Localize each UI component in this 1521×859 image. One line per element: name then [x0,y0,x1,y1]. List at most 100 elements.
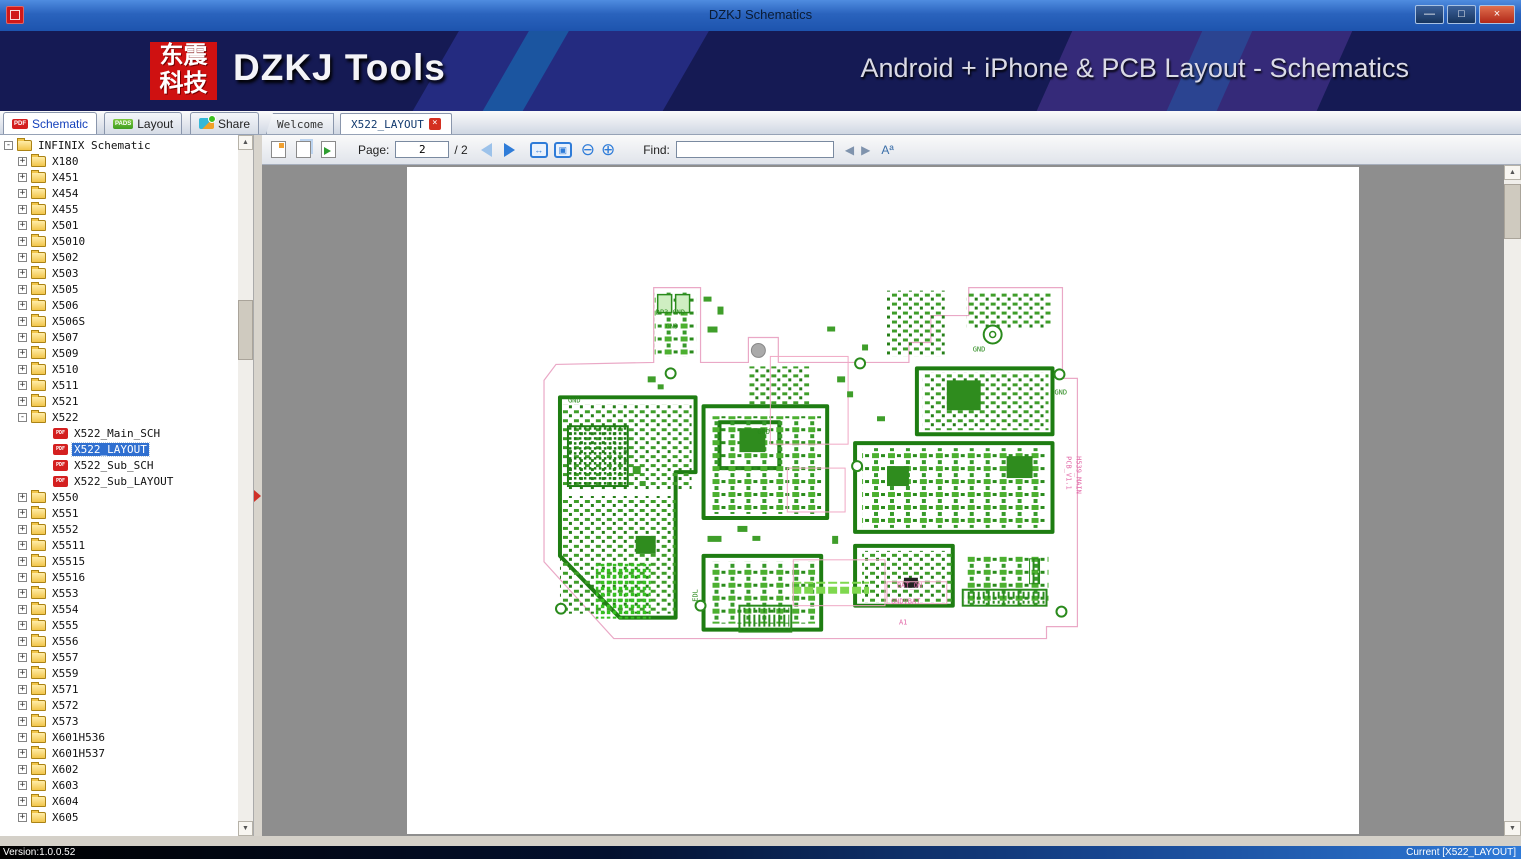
expand-icon[interactable]: + [18,556,27,566]
zoom-out-icon[interactable]: ⊖ [581,141,595,158]
tree-item-x454[interactable]: + X454 [2,185,237,201]
tree-item-x573[interactable]: + X573 [2,713,237,729]
expand-icon[interactable]: + [18,620,27,630]
doc-tab-welcome[interactable]: Welcome [266,113,335,134]
tree-item-x604[interactable]: + X604 [2,793,237,809]
expand-icon[interactable]: + [18,636,27,646]
tree-item-x5511[interactable]: + X5511 [2,537,237,553]
tree-item-x602[interactable]: + X602 [2,761,237,777]
export-page-icon[interactable] [321,141,336,158]
expand-icon[interactable]: + [18,492,27,502]
tree-item-x601h537[interactable]: + X601H537 [2,745,237,761]
tab-schematic[interactable]: PDF Schematic [3,112,98,134]
tree-item-x506s[interactable]: + X506S [2,313,237,329]
close-tab-icon[interactable]: × [428,118,441,130]
find-next-icon[interactable]: ▶ [861,143,870,157]
expand-icon[interactable]: + [18,332,27,342]
tree-item-x501[interactable]: + X501 [2,217,237,233]
tree-item-x522_main_sch[interactable]: PDF X522_Main_SCH [2,425,237,441]
tree-scroll-down-button[interactable]: ▼ [238,821,253,836]
tree-item-x505[interactable]: + X505 [2,281,237,297]
tab-share[interactable]: Share [190,112,260,134]
expand-icon[interactable]: + [18,748,27,758]
expand-icon[interactable]: + [18,684,27,694]
tree-item-x522[interactable]: - X522 [2,409,237,425]
tree-item-x603[interactable]: + X603 [2,777,237,793]
document-viewport[interactable]: DP3 GND GND GND GND GND GND BAT_ON GNDVB… [262,165,1504,836]
expand-icon[interactable]: + [18,268,27,278]
tree-item-x503[interactable]: + X503 [2,265,237,281]
tree-item-x550[interactable]: + X550 [2,489,237,505]
close-button[interactable]: × [1479,5,1515,24]
find-previous-icon[interactable]: ◀ [845,143,854,157]
tab-layout[interactable]: PADS Layout [104,112,183,134]
tree-item-x559[interactable]: + X559 [2,665,237,681]
expand-icon[interactable]: + [18,252,27,262]
content-scroll-up-button[interactable]: ▲ [1504,165,1521,180]
tree-item-infinix schematic[interactable]: - INFINIX Schematic [2,137,237,153]
expand-icon[interactable]: + [18,812,27,822]
expand-icon[interactable]: + [18,364,27,374]
copy-page-icon[interactable] [296,141,311,158]
tree-item-x556[interactable]: + X556 [2,633,237,649]
tree-item-x521[interactable]: + X521 [2,393,237,409]
tree-item-x553[interactable]: + X553 [2,585,237,601]
page-number-input[interactable] [395,141,450,158]
tree-item-x180[interactable]: + X180 [2,153,237,169]
expand-icon[interactable]: + [18,284,27,294]
tree-item-x572[interactable]: + X572 [2,697,237,713]
tree-item-x5010[interactable]: + X5010 [2,233,237,249]
expand-icon[interactable]: + [18,396,27,406]
expand-icon[interactable]: + [18,652,27,662]
tree-item-x522_sub_layout[interactable]: PDF X522_Sub_LAYOUT [2,473,237,489]
next-page-icon[interactable] [503,142,515,157]
collapse-icon[interactable]: - [4,140,13,150]
expand-icon[interactable]: + [18,508,27,518]
tree-item-x451[interactable]: + X451 [2,169,237,185]
expand-icon[interactable]: + [18,300,27,310]
minimize-button[interactable]: — [1415,5,1444,24]
tree-item-x5515[interactable]: + X5515 [2,553,237,569]
expand-icon[interactable]: + [18,172,27,182]
tree-item-x510[interactable]: + X510 [2,361,237,377]
tree-item-x5516[interactable]: + X5516 [2,569,237,585]
expand-icon[interactable]: + [18,236,27,246]
expand-icon[interactable]: + [18,220,27,230]
expand-icon[interactable]: + [18,380,27,390]
zoom-in-icon[interactable]: ⊕ [601,141,615,158]
expand-icon[interactable]: + [18,524,27,534]
tree-scrollbar[interactable]: ▲ ▼ [238,135,253,836]
expand-icon[interactable]: + [18,780,27,790]
page-thumbnail-icon[interactable] [271,141,286,158]
expand-icon[interactable]: + [18,700,27,710]
tree-item-x522_layout[interactable]: PDF X522_LAYOUT [2,441,237,457]
maximize-button[interactable]: □ [1447,5,1476,24]
expand-icon[interactable]: + [18,188,27,198]
tree-item-x507[interactable]: + X507 [2,329,237,345]
tree-item-x571[interactable]: + X571 [2,681,237,697]
expand-icon[interactable]: + [18,572,27,582]
find-input[interactable] [675,141,834,158]
content-scroll-thumb[interactable] [1504,184,1521,239]
expand-icon[interactable]: + [18,604,27,614]
tree-item-x555[interactable]: + X555 [2,617,237,633]
tree-item-x605[interactable]: + X605 [2,809,237,825]
previous-page-icon[interactable] [480,142,492,157]
tree-item-x552[interactable]: + X552 [2,521,237,537]
tree-item-x601h536[interactable]: + X601H536 [2,729,237,745]
match-case-icon[interactable]: Aª [881,143,893,157]
tree-item-x506[interactable]: + X506 [2,297,237,313]
sidebar-splitter[interactable] [253,135,262,836]
expand-icon[interactable]: + [18,764,27,774]
expand-icon[interactable]: + [18,668,27,678]
tree-scroll-thumb[interactable] [238,300,253,360]
expand-icon[interactable]: + [18,204,27,214]
content-scrollbar[interactable]: ▲ ▼ [1504,165,1521,836]
tree-item-x502[interactable]: + X502 [2,249,237,265]
splitter-collapse-icon[interactable] [254,490,261,502]
tree-item-x509[interactable]: + X509 [2,345,237,361]
expand-icon[interactable]: + [18,348,27,358]
tree-item-x551[interactable]: + X551 [2,505,237,521]
expand-icon[interactable]: + [18,588,27,598]
fit-width-icon[interactable]: ↔ [529,141,548,158]
